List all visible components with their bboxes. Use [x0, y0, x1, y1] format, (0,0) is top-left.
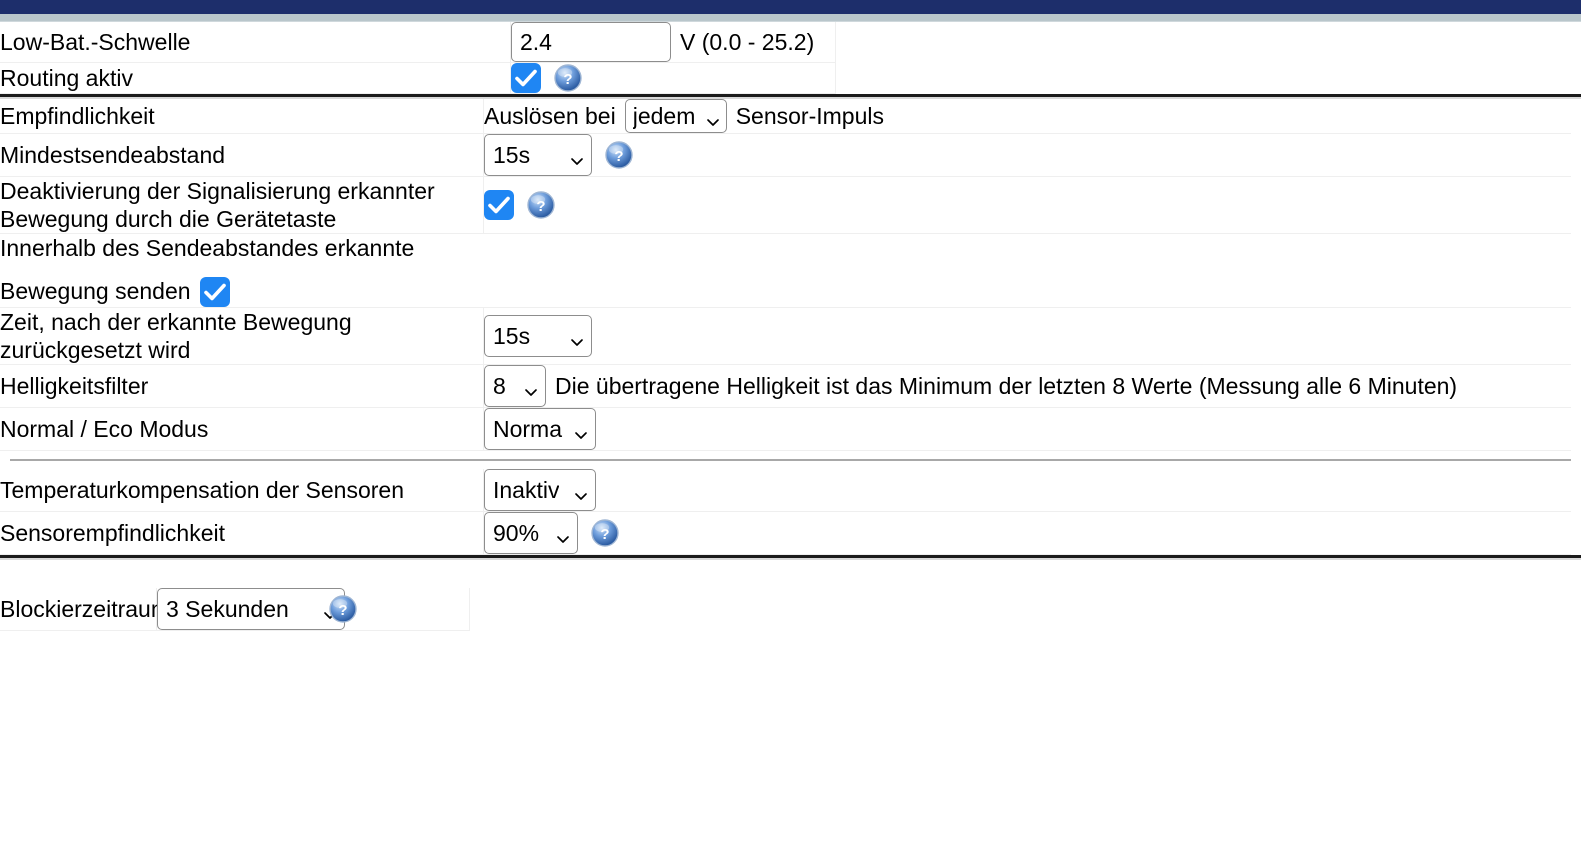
routing-active-help-icon[interactable]: ?: [553, 63, 583, 93]
block-period-label: Blockierzeitraum: [0, 587, 170, 631]
brightness-filter-label: Helligkeitsfilter: [0, 364, 484, 408]
low-bat-threshold-unit: V (0.0 - 25.2): [680, 28, 815, 55]
sub-title-bar: [0, 14, 1581, 22]
eco-mode-label: Normal / Eco Modus: [0, 407, 484, 451]
temperature-compensation-select-value: Inaktiv: [493, 476, 560, 503]
min-send-interval-cell: 15s ?: [483, 133, 1571, 177]
min-send-interval-label: Mindestsendeabstand: [0, 133, 484, 177]
check-icon: [203, 283, 226, 301]
title-bar: [0, 0, 1581, 14]
svg-text:?: ?: [338, 602, 347, 619]
brightness-filter-select-value: 8: [493, 372, 506, 399]
send-detected-motion-line2-wrap: Bewegung senden: [0, 276, 1571, 307]
routing-active-cell: ?: [510, 62, 836, 94]
disable-signalling-help-icon[interactable]: ?: [526, 190, 556, 220]
block-period-help-icon[interactable]: ?: [328, 594, 358, 624]
svg-text:?: ?: [563, 71, 572, 88]
temperature-compensation-label: Temperaturkompensation der Sensoren: [0, 468, 484, 512]
eco-mode-cell: Normal: [483, 407, 1571, 451]
motion-settings-table: Empfindlichkeit Auslösen bei jedem Senso…: [0, 99, 1571, 451]
motion-reset-time-cell: 15s: [483, 307, 1571, 365]
sensitivity-select-value: jedem: [632, 102, 695, 129]
sensor-sensitivity-select[interactable]: 90%: [484, 511, 578, 554]
check-icon: [488, 196, 510, 214]
table-row: Low-Bat.-Schwelle V (0.0 - 25.2): [0, 22, 836, 63]
sensor-sensitivity-select-value: 90%: [493, 519, 540, 546]
low-bat-threshold-label: Low-Bat.-Schwelle: [0, 22, 511, 63]
block-period-cell: 3 Sekunden: [156, 587, 345, 631]
table-row: Deaktivierung der Signalisierung erkannt…: [0, 176, 1571, 235]
bottom-spacer: [0, 560, 1581, 588]
chevron-down-icon: [569, 328, 585, 346]
motion-reset-time-select[interactable]: 15s: [484, 314, 592, 357]
sensor-sensitivity-cell: 90% ?: [483, 511, 1571, 555]
sensitivity-cell: Auslösen bei jedem Sensor-Impuls: [483, 99, 1571, 134]
battery-settings-table: Low-Bat.-Schwelle V (0.0 - 25.2) Routing…: [0, 22, 836, 94]
table-row: Zeit, nach der erkannte Bewegung zurückg…: [0, 307, 1571, 365]
brightness-filter-hint: Die übertragene Helligkeit ist das Minim…: [555, 372, 1458, 399]
table-row: Sensorempfindlichkeit 90% ?: [0, 511, 1571, 555]
low-bat-threshold-cell: V (0.0 - 25.2): [510, 22, 836, 63]
chevron-down-icon: [705, 108, 721, 126]
temperature-compensation-select[interactable]: Inaktiv: [484, 468, 596, 511]
routing-active-checkbox[interactable]: [511, 63, 541, 93]
table-row: Mindestsendeabstand 15s ?: [0, 133, 1571, 177]
low-bat-threshold-input[interactable]: [511, 22, 671, 62]
routing-active-label: Routing aktiv: [0, 62, 511, 94]
temperature-compensation-cell: Inaktiv: [483, 468, 1571, 512]
svg-text:?: ?: [536, 198, 545, 215]
disable-signalling-cell: ?: [483, 176, 1571, 235]
svg-text:?: ?: [600, 526, 609, 543]
sensitivity-suffix-text: Sensor-Impuls: [735, 102, 884, 129]
sensor-sensitivity-label: Sensorempfindlichkeit: [0, 511, 484, 555]
section-divider-motion-sensor: [10, 458, 1571, 461]
min-send-interval-help-icon[interactable]: ?: [604, 140, 634, 170]
table-row: Helligkeitsfilter 8 Die übertragene Hell…: [0, 364, 1571, 408]
eco-mode-select[interactable]: Normal: [484, 407, 596, 450]
sensor-sensitivity-help-icon[interactable]: ?: [590, 518, 620, 548]
table-row: Blockierzeitraum 3 Sekunden ?: [0, 587, 470, 631]
disable-signalling-checkbox[interactable]: [484, 190, 514, 221]
table-row: Routing aktiv ?: [0, 62, 836, 94]
send-detected-motion-line2: Bewegung senden: [0, 278, 191, 305]
table-row: Temperaturkompensation der Sensoren Inak…: [0, 468, 1571, 512]
block-period-select[interactable]: 3 Sekunden: [157, 587, 345, 630]
block-period-table: Blockierzeitraum 3 Sekunden ?: [0, 587, 470, 631]
disable-signalling-label: Deaktivierung der Signalisierung erkannt…: [0, 176, 484, 235]
table-row: Innerhalb des Sendeabstandes erkannte Be…: [0, 233, 1571, 308]
motion-reset-time-select-value: 15s: [493, 322, 531, 349]
check-icon: [515, 69, 537, 87]
send-detected-motion-line1: Innerhalb des Sendeabstandes erkannte: [0, 235, 415, 262]
chevron-down-icon: [523, 378, 539, 396]
chevron-down-icon: [555, 525, 571, 543]
block-period-select-value: 3 Sekunden: [166, 595, 289, 622]
chevron-down-icon: [573, 482, 589, 500]
chevron-down-icon: [569, 147, 585, 165]
block-period-help-cell: ?: [313, 587, 470, 631]
table-row: Empfindlichkeit Auslösen bei jedem Senso…: [0, 99, 1571, 134]
motion-reset-time-label: Zeit, nach der erkannte Bewegung zurückg…: [0, 307, 484, 365]
send-detected-motion-cell: Innerhalb des Sendeabstandes erkannte Be…: [0, 233, 1571, 308]
sensitivity-label: Empfindlichkeit: [0, 99, 484, 134]
min-send-interval-select-value: 15s: [493, 141, 531, 168]
min-send-interval-select[interactable]: 15s: [484, 134, 592, 176]
chevron-down-icon: [573, 421, 589, 439]
sensitivity-select[interactable]: jedem: [624, 99, 727, 133]
table-row: Normal / Eco Modus Normal: [0, 407, 1571, 451]
sensitivity-prefix-text: Auslösen bei: [484, 102, 616, 129]
brightness-filter-select[interactable]: 8: [484, 364, 546, 407]
send-detected-motion-checkbox[interactable]: [199, 276, 230, 307]
eco-mode-select-value: Normal: [493, 415, 563, 442]
svg-text:?: ?: [614, 148, 623, 165]
sensor-settings-table: Temperaturkompensation der Sensoren Inak…: [0, 468, 1571, 555]
brightness-filter-cell: 8 Die übertragene Helligkeit ist das Min…: [483, 364, 1571, 408]
